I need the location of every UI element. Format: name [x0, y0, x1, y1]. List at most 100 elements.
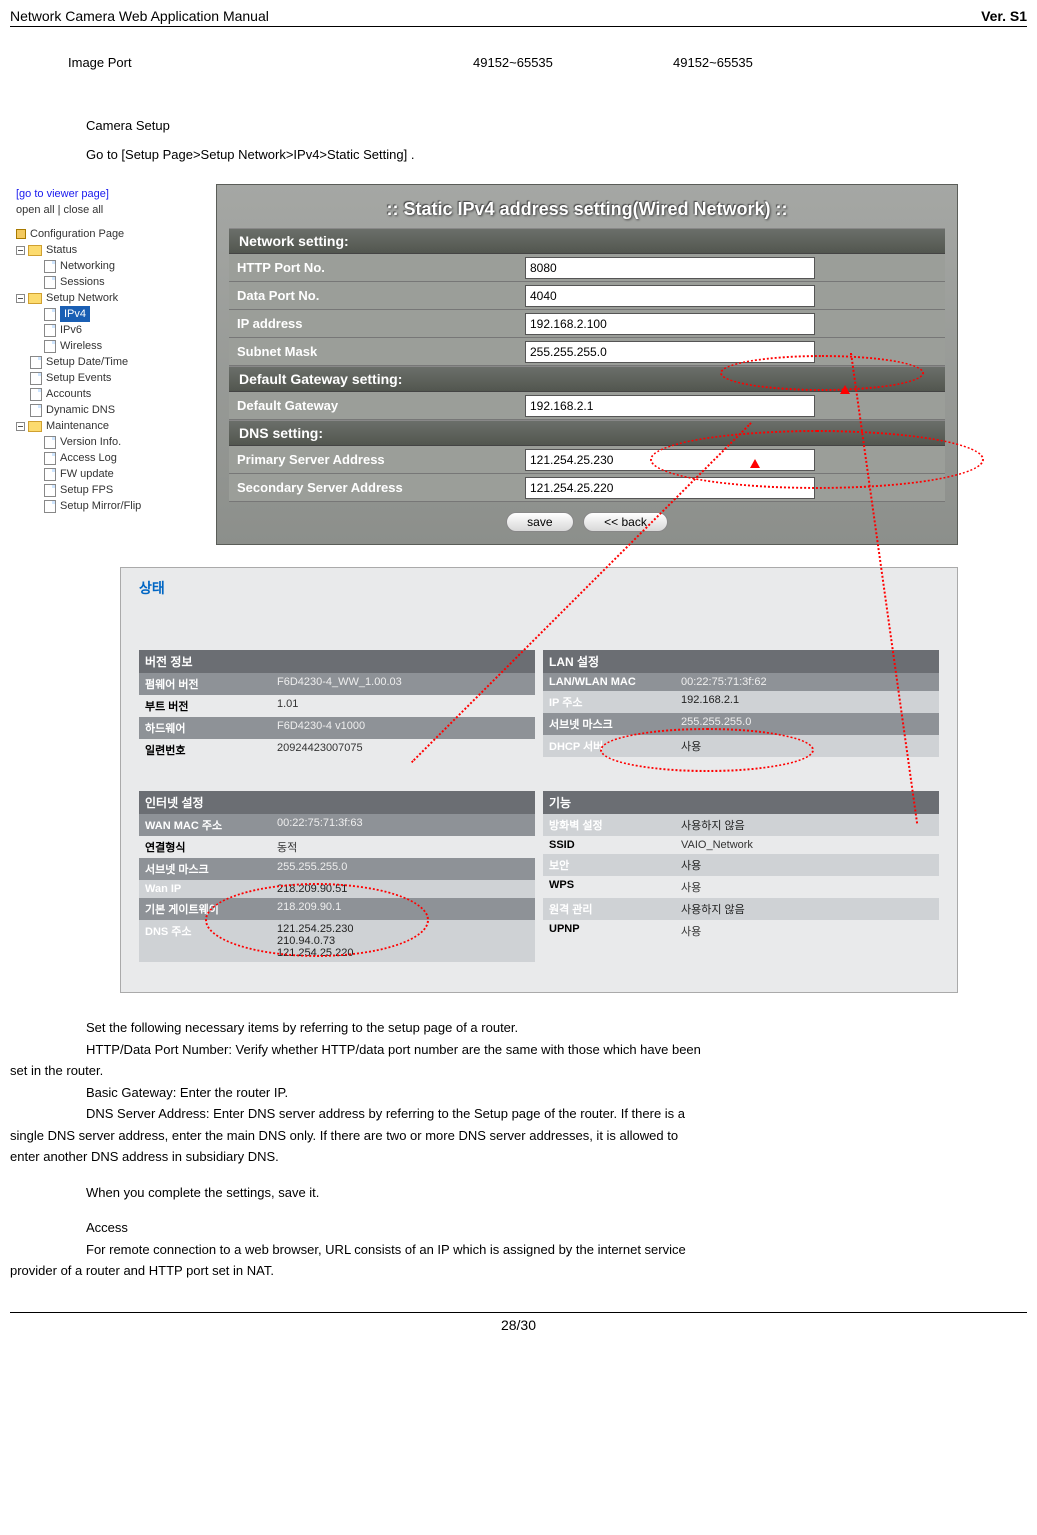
save-button[interactable]: save: [506, 512, 573, 532]
document-icon: [44, 436, 56, 449]
secondary-dns-label: Secondary Server Address: [229, 474, 525, 501]
paragraph: Set the following necessary items by ref…: [10, 1019, 1027, 1037]
ip-address-input[interactable]: [525, 313, 815, 335]
http-port-input[interactable]: [525, 257, 815, 279]
paragraph: enter another DNS address in subsidiary …: [10, 1148, 1027, 1166]
firewall-label: 방화벽 설정: [543, 814, 675, 836]
tree-setup-mirror[interactable]: Setup Mirror/Flip: [44, 498, 216, 514]
annotation-ellipse-gateway: [720, 355, 924, 391]
paragraph: For remote connection to a web browser, …: [10, 1241, 1027, 1259]
square-icon: [16, 229, 26, 239]
remote-label: 원격 관리: [543, 898, 675, 920]
port-range-1: 49152~65535: [473, 55, 673, 70]
nav-tree-panel: [go to viewer page] open all | close all…: [10, 184, 216, 545]
security-label: 보안: [543, 854, 675, 876]
serial-value: 20924423007075: [271, 739, 535, 761]
tree-setup-events[interactable]: Setup Events: [30, 370, 216, 386]
paragraph: When you complete the settings, save it.: [10, 1184, 1027, 1202]
ipv4-title: :: Static IPv4 address setting(Wired Net…: [217, 185, 957, 228]
paragraph: provider of a router and HTTP port set i…: [10, 1262, 1027, 1280]
open-close-links[interactable]: open all | close all: [16, 204, 216, 216]
section-internet-setting: 인터넷 설정: [139, 791, 535, 814]
paragraph: Access: [10, 1219, 1027, 1237]
section-feature: 기능: [543, 791, 939, 814]
paragraph: HTTP/Data Port Number: Verify whether HT…: [10, 1041, 1027, 1059]
section-lan-setting: LAN 설정: [543, 650, 939, 673]
arrow-icon: [840, 385, 850, 394]
document-icon: [30, 372, 42, 385]
ssid-label: SSID: [543, 836, 675, 854]
document-icon: [44, 260, 56, 273]
hardware-label: 하드웨어: [139, 717, 271, 739]
wanmac-value: 00:22:75:71:3f:63: [271, 814, 535, 836]
folder-icon: [28, 245, 42, 256]
tree-status[interactable]: Status: [16, 242, 216, 258]
tree-config-page[interactable]: Configuration Page: [16, 226, 216, 242]
security-value: 사용: [675, 854, 939, 876]
document-icon: [44, 484, 56, 497]
tree-access-log[interactable]: Access Log: [44, 450, 216, 466]
data-port-label: Data Port No.: [229, 282, 525, 309]
tree-fw-update[interactable]: FW update: [44, 466, 216, 482]
tree-version-info[interactable]: Version Info.: [44, 434, 216, 450]
subnet-mask-label: Subnet Mask: [229, 338, 525, 365]
tree-maintenance[interactable]: Maintenance: [16, 418, 216, 434]
arrow-icon: [750, 459, 760, 468]
tree-ipv6[interactable]: IPv6: [44, 322, 216, 338]
data-port-input[interactable]: [525, 285, 815, 307]
collapse-icon: [16, 422, 25, 431]
upnp-label: UPNP: [543, 920, 675, 942]
ipaddr-label: IP 주소: [543, 691, 675, 713]
upnp-value: 사용: [675, 920, 939, 942]
ip-address-label: IP address: [229, 310, 525, 337]
document-icon: [44, 324, 56, 337]
remote-value: 사용하지 않음: [675, 898, 939, 920]
tree-sessions[interactable]: Sessions: [44, 274, 216, 290]
annotation-ellipse-ip: [600, 728, 814, 772]
snmask2-label: 서브넷 마스크: [139, 858, 271, 880]
serial-label: 일련번호: [139, 739, 271, 761]
document-icon: [30, 356, 42, 369]
lanmac-label: LAN/WLAN MAC: [543, 673, 675, 691]
tree-setup-network[interactable]: Setup Network: [16, 290, 216, 306]
tree-wireless[interactable]: Wireless: [44, 338, 216, 354]
back-button[interactable]: << back: [583, 512, 668, 532]
conn-value: 동적: [271, 836, 535, 858]
goto-viewer-link[interactable]: [go to viewer page]: [16, 188, 216, 200]
document-icon: [30, 388, 42, 401]
document-icon: [44, 452, 56, 465]
document-icon: [44, 500, 56, 513]
paragraph: set in the router.: [10, 1062, 1027, 1080]
goto-text: Go to [Setup Page>Setup Network>IPv4>Sta…: [86, 147, 1027, 162]
folder-icon: [28, 421, 42, 432]
tree-accounts[interactable]: Accounts: [30, 386, 216, 402]
tree-dynamic-dns[interactable]: Dynamic DNS: [30, 402, 216, 418]
lanmac-value: 00:22:75:71:3f:62: [675, 673, 939, 691]
collapse-icon: [16, 294, 25, 303]
wps-value: 사용: [675, 876, 939, 898]
firewall-value: 사용하지 않음: [675, 814, 939, 836]
conn-label: 연결형식: [139, 836, 271, 858]
folder-icon: [28, 293, 42, 304]
page-number: 28/30: [501, 1317, 536, 1333]
paragraph: Basic Gateway: Enter the router IP.: [10, 1084, 1027, 1102]
collapse-icon: [16, 246, 25, 255]
camera-setup-heading: Camera Setup: [86, 118, 1027, 133]
page-footer: 28/30: [10, 1312, 1027, 1333]
http-port-label: HTTP Port No.: [229, 254, 525, 281]
boot-label: 부트 버전: [139, 695, 271, 717]
tree-setup-datetime[interactable]: Setup Date/Time: [30, 354, 216, 370]
ssid-value: VAIO_Network: [675, 836, 939, 854]
hardware-value: F6D4230-4 v1000: [271, 717, 535, 739]
tree-networking[interactable]: Networking: [44, 258, 216, 274]
doc-title: Network Camera Web Application Manual: [10, 8, 269, 24]
gateway-input[interactable]: [525, 395, 815, 417]
paragraph: single DNS server address, enter the mai…: [10, 1127, 1027, 1145]
document-icon: [30, 404, 42, 417]
tree-setup-fps[interactable]: Setup FPS: [44, 482, 216, 498]
snmask2-value: 255.255.255.0: [271, 858, 535, 880]
wanmac-label: WAN MAC 주소: [139, 814, 271, 836]
router-title: 상태: [139, 578, 939, 598]
tree-ipv4[interactable]: IPv4: [44, 306, 216, 322]
primary-dns-label: Primary Server Address: [229, 446, 525, 473]
